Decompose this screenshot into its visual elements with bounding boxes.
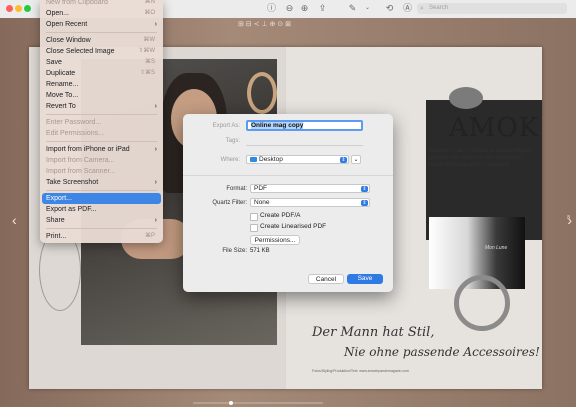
viewer-toolbar[interactable]: ⊞ ⊟ ≺ ⊥ ⊕ ⊙ ⊠ [238, 20, 291, 28]
menu-item-close-window[interactable]: Close Window ⌘W [40, 35, 163, 46]
menu-item-take-screenshot[interactable]: Take Screenshot › [40, 177, 163, 188]
menu-item-share[interactable]: Share › [40, 215, 163, 226]
folder-icon [250, 156, 257, 162]
menu-item-rename[interactable]: Rename... [40, 79, 163, 90]
magazine-credits: Fotos/Styling/Produktion/Text: www.amoeh… [312, 369, 409, 373]
menu-item-edit-permissions[interactable]: Edit Permissions... [40, 128, 163, 139]
close-window-button[interactable] [6, 5, 13, 12]
search-placeholder: Search [429, 5, 449, 11]
where-label: Where: [220, 157, 240, 163]
page-counter: 8 [567, 215, 570, 221]
page-scroller[interactable] [193, 401, 323, 405]
format-popup[interactable]: PDF ⇕ [250, 184, 370, 193]
format-value: PDF [254, 185, 267, 192]
markup-icon[interactable]: ✎ [346, 2, 359, 15]
bulb-pendant-image [449, 87, 483, 109]
page-scroller-dot[interactable] [229, 401, 233, 405]
menu-item-import-from-camera[interactable]: Import from Camera... [40, 155, 163, 166]
menu-separator [46, 228, 157, 229]
menu-separator [46, 141, 157, 142]
menu-item-close-selected-image[interactable]: Close Selected Image ⇧⌘W [40, 46, 163, 57]
chevron-down-icon[interactable]: ⌄ [361, 2, 374, 15]
menu-item-enter-password[interactable]: Enter Password... [40, 117, 163, 128]
export-dialog[interactable]: Export As: Online mag copy Tags: Where: … [183, 114, 393, 292]
menu-item-export[interactable]: Export... [42, 193, 161, 204]
search-field[interactable]: ⌕ Search [417, 3, 567, 14]
viewer-toolbar-icons[interactable]: ⊞ ⊟ ≺ ⊥ ⊕ ⊙ ⊠ [238, 20, 291, 28]
save-button[interactable]: Save [347, 274, 383, 284]
ring-image [247, 72, 277, 114]
previous-page-arrow[interactable]: ‹ [12, 212, 17, 228]
tags-label: Tags: [225, 138, 240, 144]
chevron-right-icon: › [154, 103, 157, 110]
search-icon: ⌕ [420, 5, 424, 12]
file-size-label: File Size: [222, 248, 247, 254]
minimize-window-button[interactable] [15, 5, 22, 12]
photo-caption: Mon Lune [485, 245, 508, 251]
file-menu[interactable]: New from Clipboard ⌘N Open... ⌘O Open Re… [40, 0, 163, 243]
menu-item-save[interactable]: Save ⌘S [40, 57, 163, 68]
where-value: Desktop [259, 156, 283, 163]
menu-item-import-from-iphone[interactable]: Import from iPhone or iPad › [40, 144, 163, 155]
chevron-right-icon: › [154, 179, 157, 186]
annotate-icon[interactable]: Ⓐ [401, 2, 414, 15]
magazine-subline: Nie ohne passende Accessoires! [344, 345, 540, 359]
create-linearised-pdf-label: Create Linearised PDF [260, 223, 327, 230]
create-pdfa-checkbox[interactable] [250, 213, 258, 221]
quartz-filter-popup[interactable]: None ⇕ [250, 198, 370, 207]
zoom-window-button[interactable] [24, 5, 31, 12]
menu-item-duplicate[interactable]: Duplicate ⇧⌘S [40, 68, 163, 79]
export-as-label: Export As: [212, 123, 240, 129]
export-as-value: Online mag copy [251, 122, 304, 129]
file-size-value: 571 KB [250, 248, 270, 254]
chevron-down-icon: ⌄ [353, 157, 359, 163]
chevron-right-icon: › [154, 146, 157, 153]
quartz-filter-label: Quartz Filter: [212, 200, 247, 206]
popup-stepper-icon: ⇕ [361, 186, 368, 192]
rotate-icon[interactable]: ⟲ [383, 2, 396, 15]
menu-item-open-recent[interactable]: Open Recent › [40, 19, 163, 30]
dialog-divider [183, 175, 393, 176]
menu-item-print[interactable]: Print... ⌘P [40, 231, 163, 242]
menu-item-import-from-scanner[interactable]: Import from Scanner... [40, 166, 163, 177]
menu-item-open[interactable]: Open... ⌘O [40, 8, 163, 19]
expand-dialog-button[interactable]: ⌄ [351, 155, 361, 164]
create-pdfa-label: Create PDF/A [260, 212, 301, 219]
quartz-filter-value: None [254, 199, 270, 206]
menu-item-new-from-clipboard[interactable]: New from Clipboard ⌘N [40, 0, 163, 8]
magazine-headline: Der Mann hat Stil, [312, 325, 435, 340]
tags-field[interactable] [246, 145, 363, 146]
create-linearised-pdf-checkbox[interactable] [250, 224, 258, 232]
menu-separator [46, 32, 157, 33]
export-as-field[interactable]: Online mag copy [246, 120, 363, 131]
magazine-amok-text: Nachdem er den Schlüssel zu meinem Herze… [428, 148, 532, 168]
chevron-right-icon: › [154, 21, 157, 28]
format-label: Format: [226, 186, 247, 192]
menu-separator [46, 190, 157, 191]
where-popup[interactable]: Desktop ⇕ [246, 155, 349, 164]
menu-item-revert-to[interactable]: Revert To › [40, 101, 163, 112]
menu-item-move-to[interactable]: Move To... [40, 90, 163, 101]
menu-separator [46, 114, 157, 115]
cancel-button[interactable]: Cancel [308, 274, 344, 284]
menu-item-export-as-pdf[interactable]: Export as PDF... [40, 204, 163, 215]
permissions-button[interactable]: Permissions... [250, 235, 300, 245]
zoom-out-icon[interactable]: ⊖ [283, 2, 296, 15]
share-icon[interactable]: ⇪ [316, 2, 329, 15]
magazine-amok-title: AMOK [449, 113, 540, 143]
info-icon[interactable]: ⓘ [265, 2, 278, 15]
popup-stepper-icon: ⇕ [361, 200, 368, 206]
popup-stepper-icon: ⇕ [340, 157, 347, 163]
round-pendant-image [454, 275, 510, 331]
chevron-right-icon: › [154, 217, 157, 224]
zoom-in-icon[interactable]: ⊕ [298, 2, 311, 15]
